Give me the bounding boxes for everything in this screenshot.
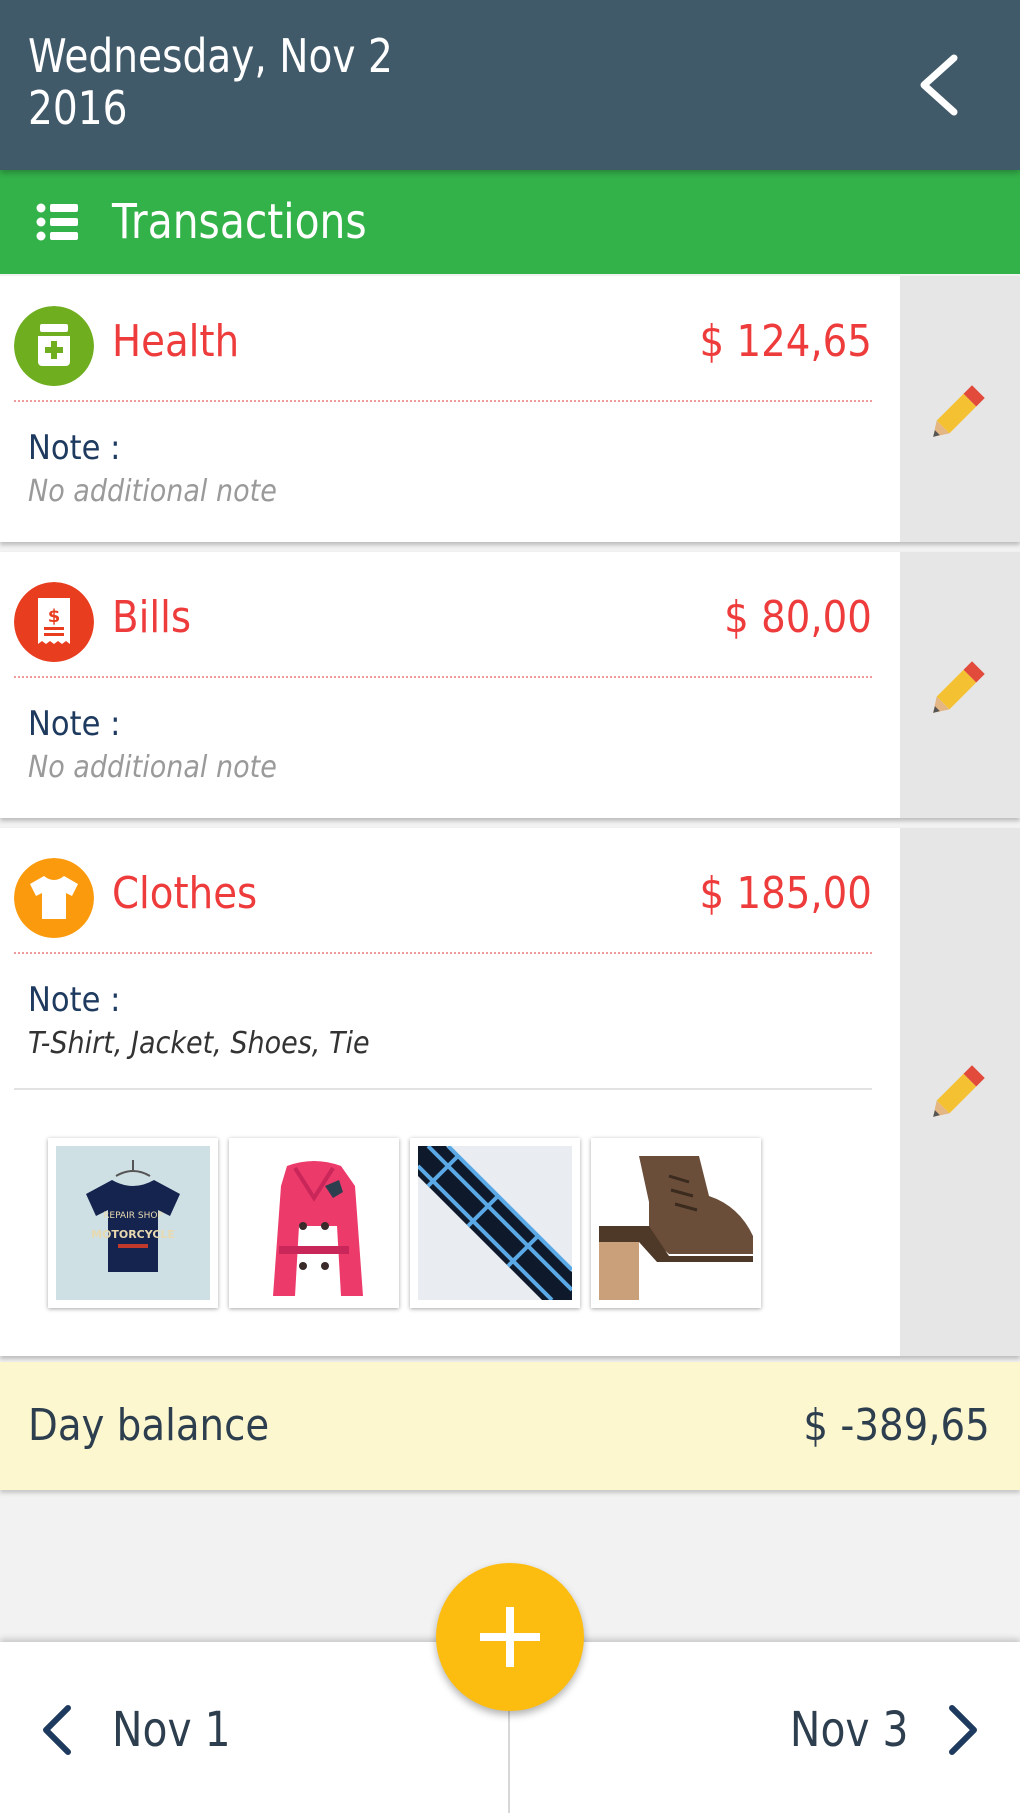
edit-column: [900, 828, 1020, 1356]
chevron-left-icon: [43, 1705, 71, 1755]
note-label: Note :: [28, 980, 121, 1020]
category-name: Bills: [112, 592, 192, 643]
previous-day-label: Nov 1: [112, 1702, 231, 1758]
day-balance: Day balance $ -389,65: [0, 1362, 1020, 1490]
header-date: Wednesday, Nov 2 2016: [28, 30, 453, 134]
divider: [14, 676, 872, 678]
next-day-button[interactable]: Nov 3: [510, 1642, 1020, 1813]
chevron-right-icon: [949, 1705, 977, 1755]
transaction-amount: $ 124,65: [699, 316, 872, 367]
svg-text:REPAIR SHOP: REPAIR SHOP: [103, 1211, 163, 1221]
note-text: T-Shirt, Jacket, Shoes, Tie: [28, 1026, 370, 1061]
svg-text:$: $: [48, 606, 61, 627]
svg-text:MOTORCYCLE: MOTORCYCLE: [91, 1228, 175, 1241]
transaction-amount: $ 185,00: [699, 868, 872, 919]
balance-label: Day balance: [28, 1400, 270, 1451]
previous-day-button[interactable]: Nov 1: [0, 1642, 508, 1813]
transaction-card-clothes[interactable]: Clothes $ 185,00 Note : T-Shirt, Jacket,…: [0, 828, 1020, 1356]
transactions-bar: Transactions: [0, 170, 1020, 274]
note-text: No additional note: [28, 474, 277, 509]
balance-value: $ -389,65: [803, 1400, 990, 1451]
receipt-icon: $: [14, 582, 94, 662]
jacket-photo[interactable]: [229, 1138, 399, 1308]
plus-icon: [480, 1607, 540, 1667]
tshirt-photo[interactable]: REPAIR SHOP MOTORCYCLE: [48, 1138, 218, 1308]
edit-column: [900, 276, 1020, 542]
chevron-left-icon[interactable]: [910, 52, 970, 118]
tie-photo[interactable]: [410, 1138, 580, 1308]
pencil-icon[interactable]: [930, 380, 990, 440]
tshirt-icon: [14, 858, 94, 938]
app-header: Wednesday, Nov 2 2016: [0, 0, 1020, 170]
transaction-card-bills[interactable]: $ Bills $ 80,00 Note : No additional not…: [0, 552, 1020, 818]
transaction-card-health[interactable]: Health $ 124,65 Note : No additional not…: [0, 276, 1020, 542]
note-label: Note :: [28, 428, 121, 468]
category-name: Clothes: [112, 868, 258, 919]
note-text: No additional note: [28, 750, 277, 785]
medicine-icon: [14, 306, 94, 386]
add-transaction-button[interactable]: [436, 1563, 584, 1711]
pencil-icon[interactable]: [930, 1060, 990, 1120]
divider: [14, 952, 872, 954]
category-name: Health: [112, 316, 240, 367]
date-line-2: 2016: [28, 81, 128, 135]
list-icon: [36, 203, 78, 241]
date-line-1: Wednesday, Nov 2: [28, 29, 393, 83]
note-label: Note :: [28, 704, 121, 744]
edit-column: [900, 552, 1020, 818]
divider: [14, 1088, 872, 1090]
shoe-photo[interactable]: [591, 1138, 761, 1308]
transaction-amount: $ 80,00: [724, 592, 872, 643]
next-day-label: Nov 3: [789, 1702, 908, 1758]
divider: [14, 400, 872, 402]
pencil-icon[interactable]: [930, 656, 990, 716]
section-title: Transactions: [112, 194, 367, 250]
